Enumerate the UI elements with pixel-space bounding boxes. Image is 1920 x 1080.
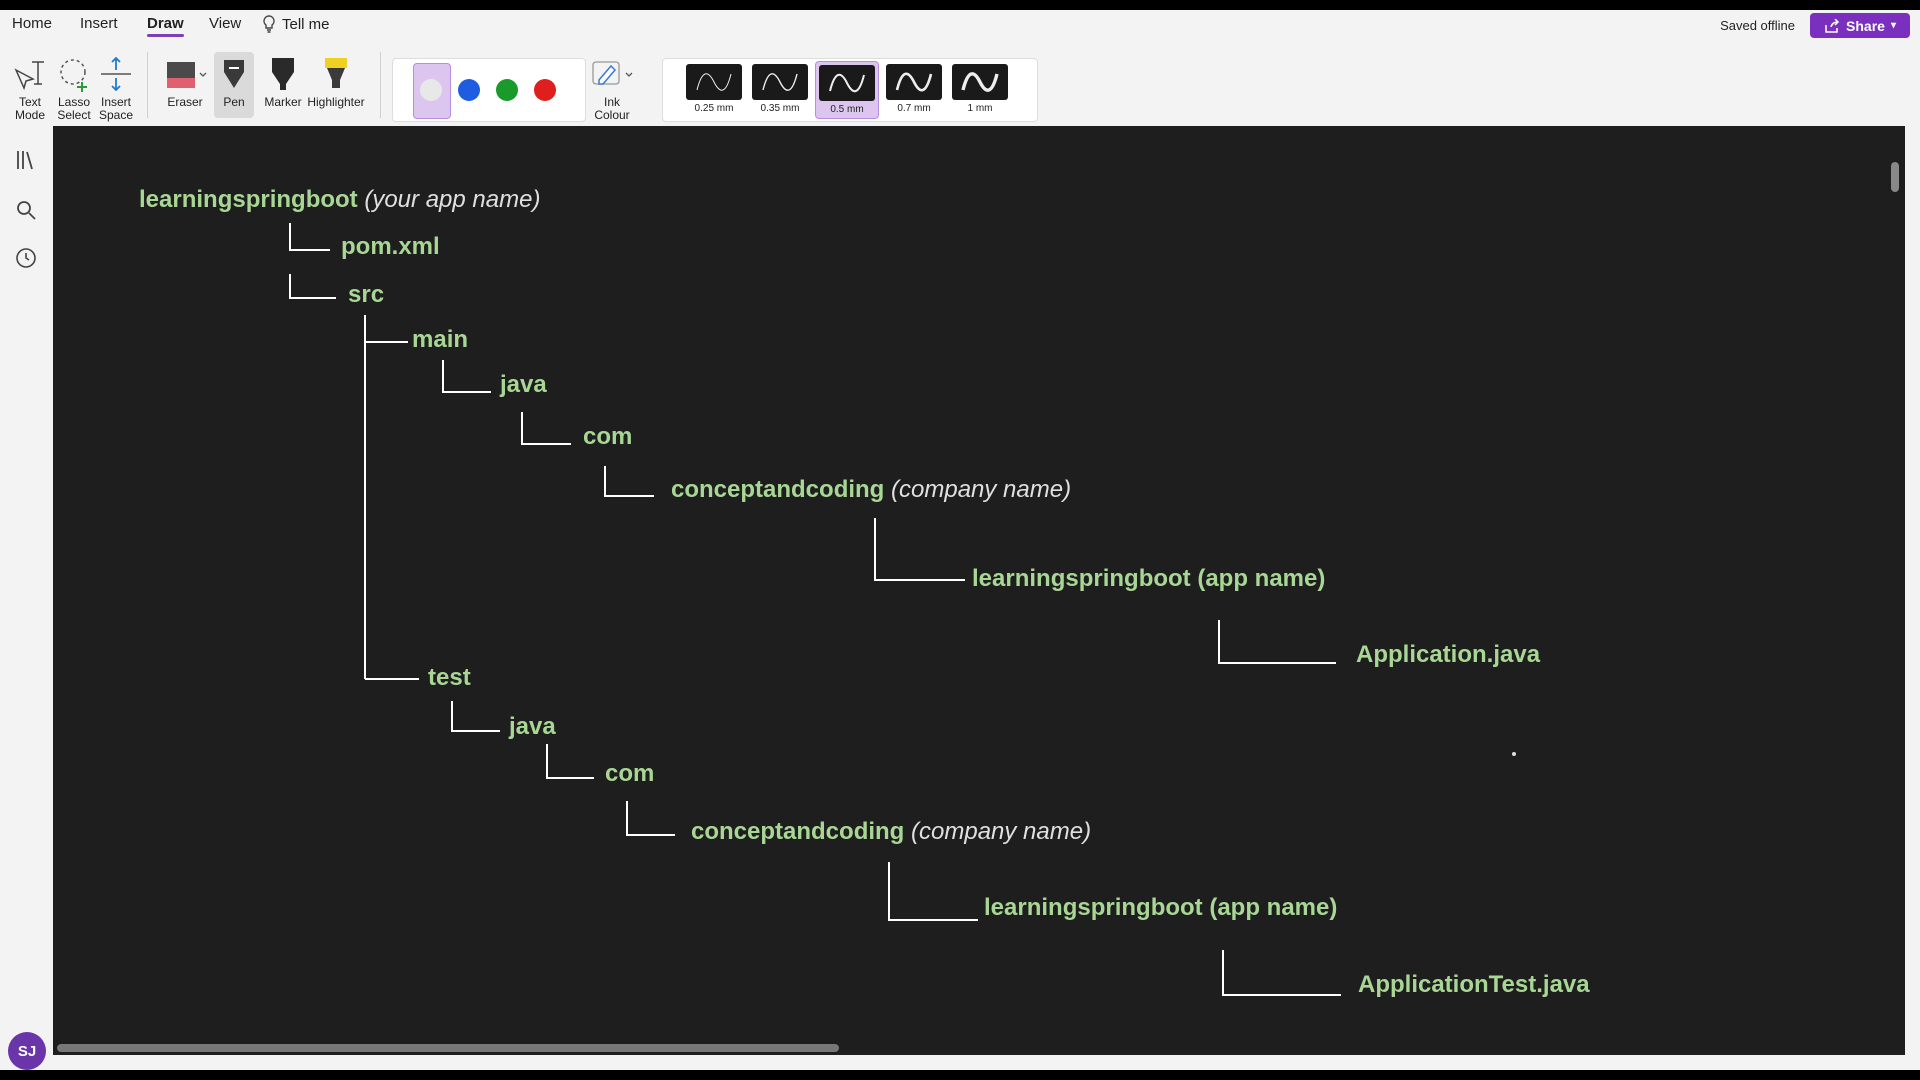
tree-node-test-java: java xyxy=(509,713,556,740)
thickness-label: 0.5 mm xyxy=(830,104,864,115)
thickness-label: 0.35 mm xyxy=(760,103,800,114)
marker-icon xyxy=(272,58,294,90)
vertical-scrollbar[interactable] xyxy=(1891,162,1899,192)
color-swatch-blue[interactable] xyxy=(458,79,480,101)
tree-node-root: learningspringboot (your app name) xyxy=(139,186,540,214)
side-rail: SJ xyxy=(0,126,52,1070)
ribbon-divider xyxy=(147,52,148,118)
pen-label: Pen xyxy=(223,95,245,109)
tree-node-test: test xyxy=(428,664,471,691)
company-folder-name: conceptandcoding xyxy=(671,476,885,503)
ribbon-divider xyxy=(380,52,381,118)
lasso-select-button[interactable]: Lasso Select xyxy=(54,52,94,122)
thickness-option-035[interactable]: 0.35 mm xyxy=(749,61,811,117)
chevron-down-icon: ▾ xyxy=(1890,20,1896,31)
saved-status: Saved offline xyxy=(1720,18,1795,33)
tree-node-application-test-java: ApplicationTest.java xyxy=(1358,971,1590,998)
tab-view[interactable]: View xyxy=(209,15,241,32)
ink-colour-button[interactable]: Ink Colour xyxy=(586,52,638,122)
share-button[interactable]: Share ▾ xyxy=(1810,13,1910,38)
tree-node-test-app: learningspringboot (app name) xyxy=(984,894,1338,921)
onenote-app: Home Insert Draw View Tell me Saved offl… xyxy=(0,10,1920,1070)
root-folder-note: (your app name) xyxy=(364,186,541,213)
draw-ribbon: Text Mode Lasso Select Insert Space Eras… xyxy=(0,48,1920,126)
tree-node-main-company: conceptandcoding (company name) xyxy=(671,476,1071,504)
tab-insert[interactable]: Insert xyxy=(80,15,118,32)
tell-me-button[interactable]: Tell me xyxy=(262,15,330,33)
tree-node-main: main xyxy=(412,326,469,353)
pen-thickness-selector: 0.25 mm 0.35 mm 0.5 mm 0.7 mm 1 mm xyxy=(662,58,1038,122)
color-swatch-red[interactable] xyxy=(534,79,556,101)
share-label: Share xyxy=(1846,17,1885,34)
thickness-label: 0.7 mm xyxy=(897,103,931,114)
highlighter-button[interactable]: Highlighter xyxy=(303,52,369,109)
text-mode-label-2: Mode xyxy=(14,108,46,122)
insert-space-label-2: Space xyxy=(98,108,134,122)
lasso-label-2: Select xyxy=(57,108,91,122)
stroke-preview-icon xyxy=(762,73,798,91)
tree-node-main-java: java xyxy=(500,371,547,398)
share-icon xyxy=(1825,18,1840,33)
insert-space-icon xyxy=(101,56,131,92)
marker-button[interactable]: Marker xyxy=(260,52,306,109)
text-mode-button[interactable]: Text Mode xyxy=(10,52,50,122)
thickness-option-1[interactable]: 1 mm xyxy=(949,61,1011,117)
tree-node-src: src xyxy=(348,281,385,308)
color-swatch-white[interactable] xyxy=(420,79,442,101)
lasso-icon xyxy=(60,59,87,92)
tree-node-application-java: Application.java xyxy=(1356,641,1541,668)
pen-button[interactable]: Pen xyxy=(214,52,254,118)
ink-color-palette xyxy=(392,58,586,122)
note-canvas[interactable]: learningspringboot (your app name) pom.x… xyxy=(53,126,1905,1055)
menu-bar: Home Insert Draw View Tell me Saved offl… xyxy=(0,10,1920,40)
thickness-option-025[interactable]: 0.25 mm xyxy=(683,61,745,117)
horizontal-scrollbar[interactable] xyxy=(57,1044,839,1052)
highlighter-icon xyxy=(325,58,347,88)
eraser-label: Eraser xyxy=(167,95,203,109)
color-swatch-green[interactable] xyxy=(496,79,518,101)
stroke-preview-icon xyxy=(696,73,732,91)
insert-space-button[interactable]: Insert Space xyxy=(96,52,136,122)
company-folder-note: (company name) xyxy=(911,818,1092,845)
pen-icon xyxy=(224,60,244,88)
eraser-icon xyxy=(167,62,207,88)
text-mode-icon xyxy=(14,61,44,91)
thickness-label: 1 mm xyxy=(967,103,993,114)
notebooks-icon[interactable] xyxy=(14,148,38,172)
thickness-option-05[interactable]: 0.5 mm xyxy=(815,61,879,119)
tab-home[interactable]: Home xyxy=(12,15,52,32)
tree-node-pom: pom.xml xyxy=(341,233,440,260)
tree-node-main-app: learningspringboot (app name) xyxy=(972,565,1326,592)
avatar[interactable]: SJ xyxy=(8,1032,46,1070)
recent-clock-icon[interactable] xyxy=(14,246,38,270)
tree-node-test-com: com xyxy=(605,760,655,787)
lightbulb-icon xyxy=(263,15,275,33)
stroke-preview-icon xyxy=(961,72,999,92)
tell-me-label: Tell me xyxy=(282,15,330,33)
eraser-button[interactable]: Eraser xyxy=(162,52,208,109)
tab-draw[interactable]: Draw xyxy=(147,15,184,37)
ink-dot xyxy=(1512,752,1516,756)
thickness-option-07[interactable]: 0.7 mm xyxy=(883,61,945,117)
tree-node-test-company: conceptandcoding (company name) xyxy=(691,818,1091,846)
highlighter-label: Highlighter xyxy=(307,95,365,109)
stroke-preview-icon xyxy=(895,72,933,92)
ink-colour-icon xyxy=(592,61,633,85)
marker-label: Marker xyxy=(264,95,302,109)
search-icon[interactable] xyxy=(14,198,38,222)
company-folder-name: conceptandcoding xyxy=(691,818,905,845)
ink-colour-label-2: Colour xyxy=(594,108,630,122)
tree-node-main-com: com xyxy=(583,423,633,450)
stroke-preview-icon xyxy=(829,73,865,93)
thickness-label: 0.25 mm xyxy=(694,103,734,114)
root-folder-name: learningspringboot xyxy=(139,186,358,213)
company-folder-note: (company name) xyxy=(891,476,1072,503)
